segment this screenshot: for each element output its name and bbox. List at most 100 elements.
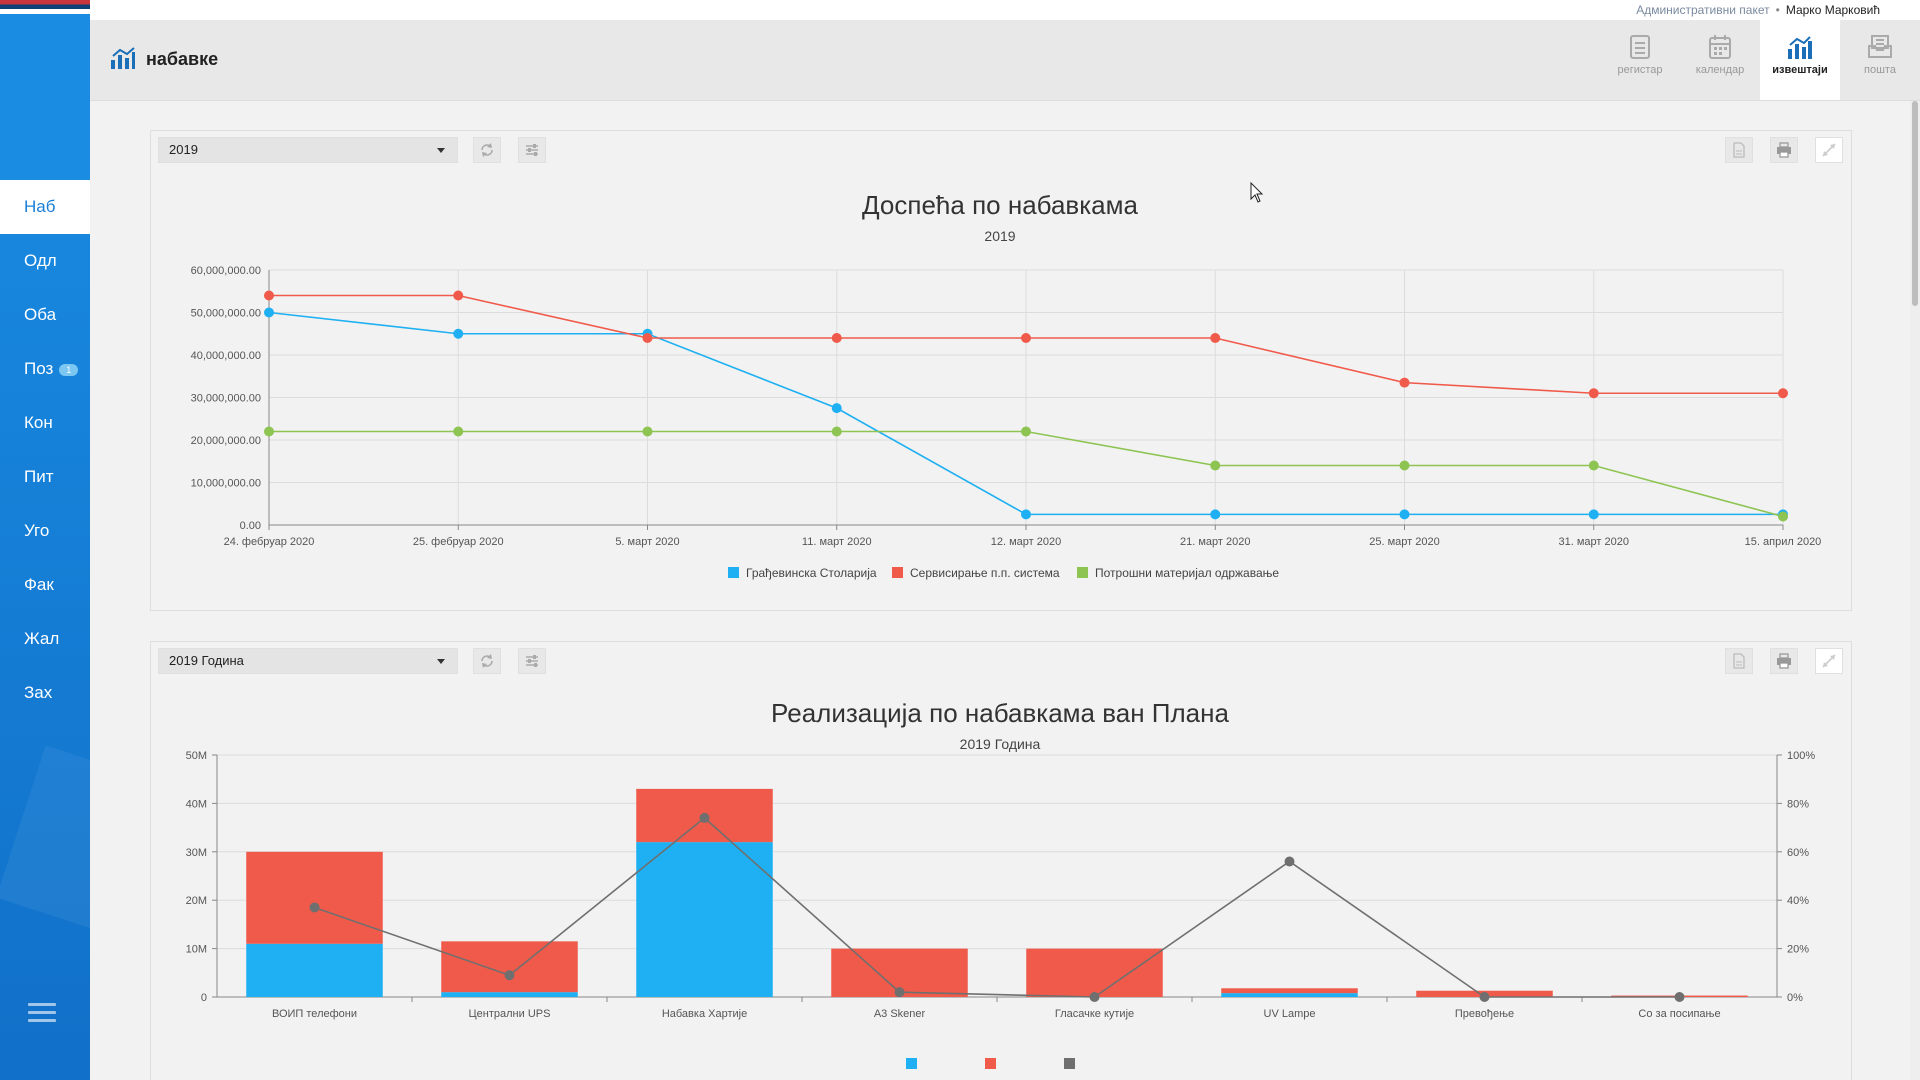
data-point[interactable] [1479,992,1490,1002]
x-tick-label: А3 Skener [874,1008,926,1020]
bar-segment[interactable] [246,943,383,997]
sidebar-item-zah[interactable]: Зах [0,666,90,720]
sidebar-item-poz[interactable]: Поз 1 [0,342,90,396]
page-title: набавке [110,46,218,70]
tab-register[interactable]: регистар [1600,20,1680,100]
data-point[interactable] [1284,856,1295,867]
tab-reports[interactable]: извештаји [1760,20,1840,100]
notification-badge: 1 [59,363,79,376]
line-chart-due-dates: Доспећа по набавкама 2019 0.00 10,000,000… [191,190,1822,580]
bar-segment[interactable] [441,941,578,993]
chart-legend: Грађевинска Столарија Сервисирање п.п. си… [728,566,1279,580]
sidebar-item-fak[interactable]: Фак [0,558,90,612]
data-point[interactable] [264,290,274,301]
data-point[interactable] [1399,460,1410,471]
legend-swatch[interactable] [728,567,739,578]
sidebar-item-kon[interactable]: Кон [0,396,90,450]
data-point[interactable] [453,290,464,301]
legend-swatch[interactable] [892,567,903,578]
tab-calendar[interactable]: календар [1680,20,1760,100]
user-bar: Административни пакет • Марко Марковић [1636,3,1880,17]
data-point[interactable] [453,426,464,437]
user-name[interactable]: Марко Марковић [1786,3,1880,17]
y-tick-label: 30,000,000.00 [191,393,261,405]
y-tick-label: 30M [186,847,207,859]
legend-label[interactable]: Сервисирање п.п. система [910,566,1060,580]
data-point[interactable] [699,812,710,823]
page-scrollbar[interactable] [1910,101,1920,1080]
data-point[interactable] [1210,460,1221,471]
y-tick-label: 0.00 [240,520,261,532]
x-tick-label: Набавка Хартије [662,1008,747,1020]
bar-segment[interactable] [636,842,773,997]
data-point[interactable] [894,987,905,998]
data-point[interactable] [1021,333,1031,343]
chart-panel-realization: 2019 Година Реализација по набавкама ван… [150,641,1852,1080]
scrollbar-thumb[interactable] [1912,101,1918,306]
data-point[interactable] [453,328,464,339]
data-point[interactable] [264,307,274,318]
x-tick-label: 31. март 2020 [1559,536,1629,548]
y2-tick-label: 40% [1787,895,1809,907]
tab-mail[interactable]: пошта [1840,20,1920,100]
data-point[interactable] [309,902,320,913]
data-point[interactable] [642,333,653,343]
reports-icon [1788,36,1812,59]
legend-label[interactable]: Грађевинска Столарија [746,566,877,580]
top-strip: Административни пакет • Марко Марковић [0,0,1920,20]
page-title-text: набавке [146,49,219,69]
data-point[interactable] [1399,377,1410,388]
sidebar-item-odl[interactable]: Одл [0,234,90,288]
sidebar-item-ugo[interactable]: Уго [0,504,90,558]
x-tick-label: 5. март 2020 [615,536,679,548]
data-point[interactable] [1021,426,1031,437]
legend-swatch[interactable] [1077,567,1088,578]
package-link[interactable]: Административни пакет [1636,3,1769,17]
header-tabs: регистар календар извештаји пошта [1600,20,1920,100]
data-point[interactable] [642,426,653,437]
x-tick-label: UV Lampe [1264,1008,1316,1020]
x-tick-label: 11. март 2020 [802,536,872,548]
bar-segment[interactable] [441,992,578,997]
data-point[interactable] [264,426,274,437]
bar-segment[interactable] [246,851,383,944]
data-point[interactable] [1399,509,1410,520]
bar-segment[interactable] [1221,993,1358,997]
x-tick-label: 12. март 2020 [991,536,1061,548]
data-point[interactable] [831,333,842,343]
data-point[interactable] [1210,509,1221,520]
data-point[interactable] [1089,992,1100,1002]
legend-swatch[interactable] [985,1058,996,1069]
data-point[interactable] [1588,388,1599,399]
sidebar-item-nab[interactable]: Наб [0,180,90,234]
x-tick-label: Гласачке кутије [1055,1008,1134,1020]
data-point[interactable] [831,403,842,414]
legend-label[interactable]: Потрошни материјал одржавање [1095,566,1279,580]
bar-segment[interactable] [1026,948,1163,997]
data-point[interactable] [1021,509,1031,520]
data-point[interactable] [1674,992,1685,1002]
data-point[interactable] [1588,509,1599,520]
data-point[interactable] [831,426,842,437]
data-point[interactable] [1588,460,1599,471]
sidebar-item-oba[interactable]: Оба [0,288,90,342]
legend-swatch[interactable] [906,1058,917,1069]
sidebar-item-label: Пит [24,467,54,486]
y2-tick-label: 60% [1787,847,1809,859]
chart-axes: 0.00 10,000,000.00 20,000,000.00 30,000,000… [191,265,1822,548]
y2-tick-label: 20% [1787,944,1809,956]
bar-chart-realization: Реализација по набавкама ван Плана 2019 … [186,698,1815,1069]
bar-segment[interactable] [1221,988,1358,994]
x-tick-label: ВОИП телефони [272,1008,357,1020]
sidebar-item-zal[interactable]: Жал [0,612,90,666]
y-tick-label: 0 [201,992,207,1004]
legend-swatch[interactable] [1064,1058,1075,1069]
data-point[interactable] [1778,388,1788,399]
sidebar-item-pit[interactable]: Пит [0,450,90,504]
sidebar-item-label: Зах [24,683,53,702]
data-point[interactable] [1778,511,1788,522]
data-point[interactable] [504,970,515,981]
data-point[interactable] [1210,333,1221,343]
chart-title: Доспећа по набавкама [862,190,1138,220]
menu-icon[interactable] [28,1003,56,1025]
